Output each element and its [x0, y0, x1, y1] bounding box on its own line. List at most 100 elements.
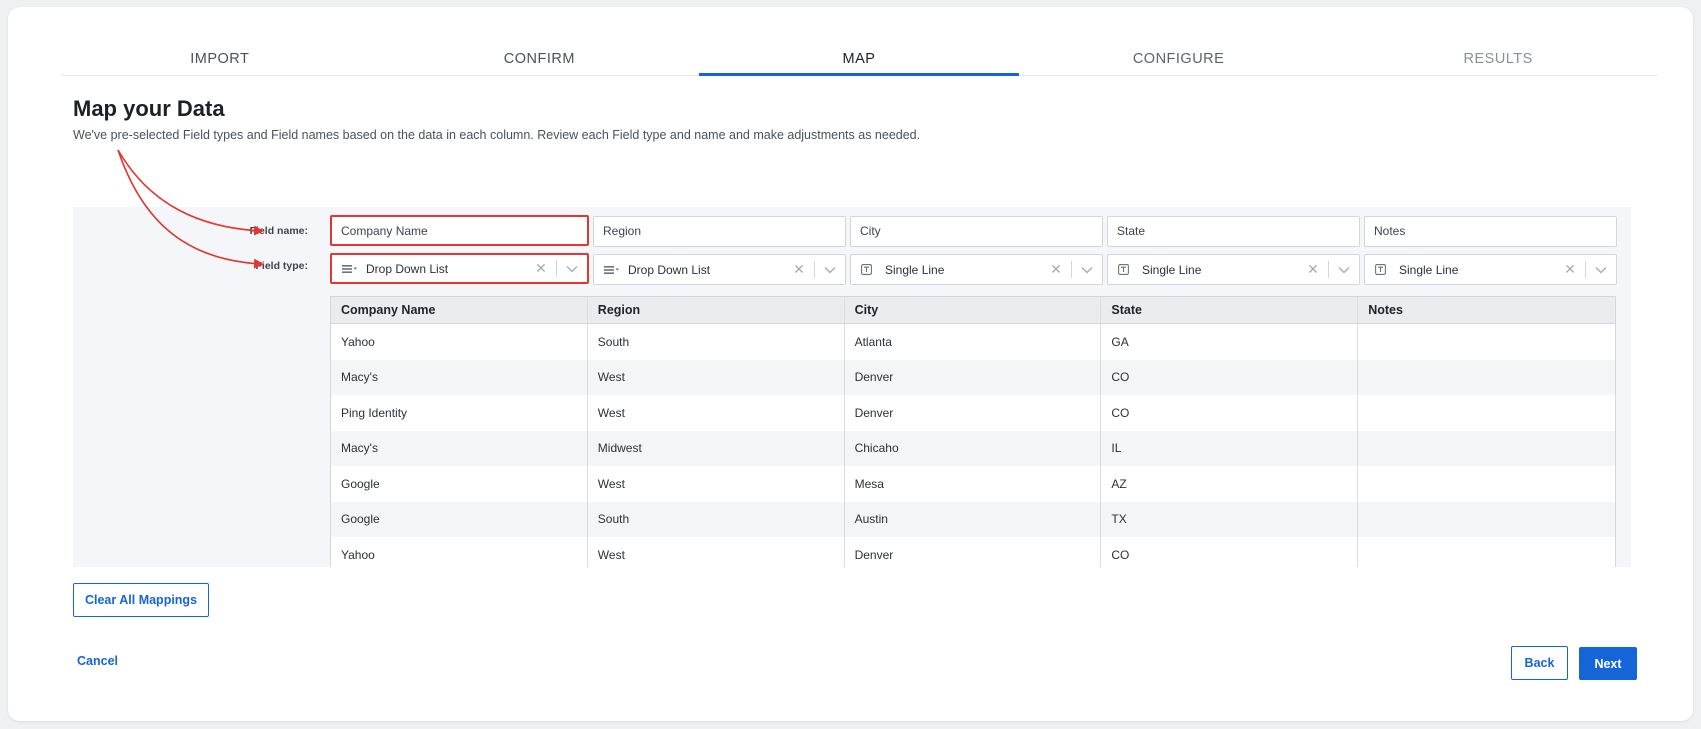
table-cell: GA [1101, 324, 1359, 360]
field-type-select[interactable]: Drop Down List ✕ [593, 254, 846, 285]
table-row: Google South Austin TX [331, 501, 1615, 538]
text-field-icon [861, 264, 877, 275]
import-wizard-card: IMPORT CONFIRM MAP CONFIGURE RESULTS Map… [8, 7, 1693, 721]
clear-icon[interactable]: ✕ [532, 260, 550, 277]
step-confirm[interactable]: CONFIRM [380, 37, 700, 75]
table-cell [1358, 360, 1615, 396]
column-header: Region [588, 297, 845, 323]
table-header-row: Company Name Region City State Notes [331, 297, 1615, 324]
table-cell: West [588, 359, 845, 395]
field-name-input[interactable]: State [1107, 216, 1360, 247]
wizard-stepper: IMPORT CONFIRM MAP CONFIGURE RESULTS [60, 37, 1658, 76]
table-cell [1358, 502, 1615, 538]
table-cell: Austin [845, 501, 1102, 537]
back-button[interactable]: Back [1511, 646, 1568, 680]
table-cell [1358, 537, 1615, 567]
table-cell: West [588, 466, 845, 502]
field-name-input[interactable]: Notes [1364, 216, 1617, 247]
table-cell: Ping Identity [331, 395, 588, 431]
select-separator [814, 261, 815, 278]
table-cell: Atlanta [845, 324, 1102, 360]
clear-all-mappings-button[interactable]: Clear All Mappings [73, 583, 209, 617]
field-name-input[interactable]: Region [593, 216, 846, 247]
text-field-icon [1375, 264, 1391, 275]
step-import[interactable]: IMPORT [60, 37, 380, 75]
column-header: Company Name [331, 297, 588, 323]
table-cell: Midwest [588, 430, 845, 466]
field-type-select[interactable]: Drop Down List ✕ [330, 253, 589, 284]
field-name-input[interactable]: Company Name [330, 215, 589, 246]
field-type-label-text: Single Line [1399, 262, 1459, 277]
table-cell: AZ [1101, 466, 1359, 502]
table-cell [1358, 431, 1615, 467]
select-separator [556, 260, 557, 277]
column-header: Notes [1368, 303, 1403, 317]
field-type-label-text: Single Line [1142, 262, 1202, 277]
table-cell: Yahoo [331, 537, 588, 567]
chevron-down-icon[interactable] [1335, 266, 1353, 274]
table-cell: CO [1101, 359, 1359, 395]
field-name-label: Field name: [249, 225, 308, 237]
dropdown-list-icon [342, 264, 358, 274]
table-cell: Google [331, 501, 588, 537]
table-cell: South [588, 324, 845, 360]
data-preview-table: Company Name Region City State Notes Yah… [330, 296, 1616, 567]
next-button[interactable]: Next [1579, 647, 1637, 680]
clear-icon[interactable]: ✕ [1047, 261, 1065, 278]
table-cell: Chicaho [845, 430, 1102, 466]
column-header: State [1101, 297, 1359, 323]
chevron-down-icon[interactable] [1592, 266, 1610, 274]
chevron-down-icon[interactable] [563, 265, 581, 273]
clear-icon[interactable]: ✕ [1561, 261, 1579, 278]
table-cell: Denver [845, 395, 1102, 431]
table-cell: IL [1101, 430, 1359, 466]
table-cell [1358, 324, 1615, 360]
dropdown-list-icon [604, 265, 620, 275]
field-type-label-text: Single Line [885, 262, 945, 277]
field-type-select[interactable]: Single Line ✕ [850, 254, 1103, 285]
table-row: Yahoo South Atlanta GA [331, 324, 1615, 360]
clear-icon[interactable]: ✕ [790, 261, 808, 278]
page-title: Map your Data [73, 96, 225, 121]
table-cell: CO [1101, 537, 1359, 567]
table-row: Google West Mesa AZ [331, 466, 1615, 502]
field-type-label: Field type: [255, 260, 308, 272]
table-cell: Yahoo [331, 324, 588, 360]
chevron-down-icon[interactable] [821, 266, 839, 274]
table-cell: Macy's [331, 359, 588, 395]
chevron-down-icon[interactable] [1078, 266, 1096, 274]
table-cell: West [588, 537, 845, 567]
table-cell: TX [1101, 501, 1359, 537]
table-row: Ping Identity West Denver CO [331, 395, 1615, 431]
select-separator [1585, 261, 1586, 278]
table-cell: Denver [845, 359, 1102, 395]
table-row: Macy's Midwest Chicaho IL [331, 430, 1615, 467]
mapping-area: Field name: Field type: Company Name Reg… [73, 207, 1631, 567]
column-header: City [845, 297, 1102, 323]
clear-icon[interactable]: ✕ [1304, 261, 1322, 278]
table-cell [1358, 395, 1615, 431]
step-results: RESULTS [1463, 51, 1533, 67]
step-configure[interactable]: CONFIGURE [1019, 37, 1339, 75]
table-cell: Mesa [845, 466, 1102, 502]
step-map[interactable]: MAP [699, 37, 1019, 76]
table-cell: South [588, 501, 845, 537]
field-type-select[interactable]: Single Line ✕ [1364, 254, 1617, 285]
page-description: We've pre-selected Field types and Field… [73, 128, 921, 142]
table-row: Macy's West Denver CO [331, 359, 1615, 396]
table-cell: CO [1101, 395, 1359, 431]
field-name-input[interactable]: City [850, 216, 1103, 247]
table-cell [1358, 466, 1615, 502]
table-cell: Google [331, 466, 588, 502]
table-row: Yahoo West Denver CO [331, 537, 1615, 567]
text-field-icon [1118, 264, 1134, 275]
select-separator [1071, 261, 1072, 278]
table-cell: Denver [845, 537, 1102, 567]
field-type-label-text: Drop Down List [366, 261, 449, 276]
table-cell: West [588, 395, 845, 431]
select-separator [1328, 261, 1329, 278]
cancel-link[interactable]: Cancel [77, 654, 118, 668]
field-type-select[interactable]: Single Line ✕ [1107, 254, 1360, 285]
table-cell: Macy's [331, 430, 588, 466]
field-type-label-text: Drop Down List [628, 262, 711, 277]
